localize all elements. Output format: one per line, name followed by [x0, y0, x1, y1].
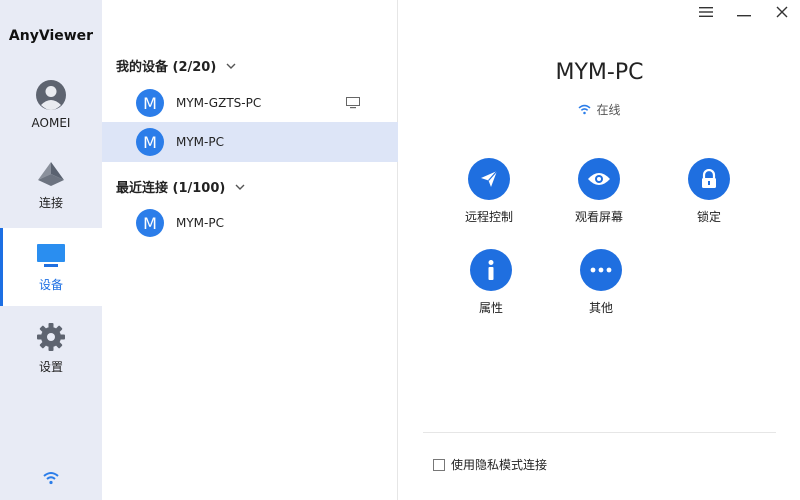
window-controls: [696, 4, 792, 20]
nav-item-connect[interactable]: 连接: [0, 160, 102, 220]
device-name: MYM-GZTS-PC: [176, 96, 262, 110]
avatar-icon: [36, 80, 66, 110]
privacy-mode-checkbox[interactable]: 使用隐私模式连接: [433, 456, 547, 473]
recent-connections-title: 最近连接 (1/100): [116, 181, 226, 196]
device-title: MYM-PC: [555, 60, 644, 85]
close-button[interactable]: [772, 4, 792, 20]
properties-button[interactable]: 属性: [446, 249, 536, 316]
device-name: MYM-PC: [176, 135, 224, 149]
nav-item-label: 设备: [38, 278, 63, 292]
chevron-down-icon: [235, 184, 245, 190]
eye-icon: [588, 173, 610, 185]
side-nav: AnyViewer AOMEI 连接 设备 设置: [0, 0, 102, 500]
nav-item-devices[interactable]: 设备: [0, 228, 102, 306]
action-label: 其他: [588, 301, 613, 315]
connect-icon: [38, 162, 64, 186]
more-button[interactable]: 其他: [556, 249, 646, 316]
action-label: 观看屏幕: [574, 210, 623, 224]
recent-connections-header[interactable]: 最近连接 (1/100): [116, 177, 245, 196]
lock-button[interactable]: 锁定: [664, 158, 754, 225]
action-label: 属性: [478, 301, 503, 315]
view-screen-button[interactable]: 观看屏幕: [554, 158, 644, 225]
wifi-icon: [43, 472, 59, 485]
device-avatar: M: [136, 128, 164, 156]
gear-icon: [37, 323, 65, 351]
nav-item-settings[interactable]: 设置: [0, 322, 102, 378]
device-avatar: M: [136, 89, 164, 117]
action-label: 远程控制: [464, 210, 513, 224]
remote-control-button[interactable]: 远程控制: [444, 158, 534, 225]
action-label: 锁定: [696, 210, 721, 224]
nav-item-label: 设置: [38, 360, 63, 374]
remote-screen-icon[interactable]: [346, 97, 360, 109]
recent-device-row[interactable]: M MYM-PC: [102, 203, 398, 243]
app-title: AnyViewer: [8, 28, 94, 44]
wifi-icon: [578, 104, 591, 115]
menu-icon: [699, 7, 713, 17]
status-text: 在线: [596, 103, 621, 117]
device-row-selected[interactable]: M MYM-PC: [102, 122, 398, 162]
device-detail-panel: MYM-PC 在线 远程控制 观看屏幕 锁定 属性 其他 使用隐私模式连接: [399, 0, 800, 500]
device-avatar: M: [136, 209, 164, 237]
my-devices-title: 我的设备 (2/20): [116, 60, 217, 75]
minimize-icon: [737, 15, 751, 17]
lock-icon: [702, 169, 716, 188]
divider: [423, 432, 776, 433]
menu-button[interactable]: [696, 4, 716, 20]
info-icon: [488, 260, 494, 280]
nav-item-label: AOMEI: [31, 116, 71, 130]
privacy-mode-label: 使用隐私模式连接: [451, 458, 548, 472]
more-icon: [590, 267, 612, 273]
checkbox[interactable]: [433, 458, 445, 471]
minimize-button[interactable]: [734, 4, 754, 20]
device-name: MYM-PC: [176, 216, 224, 230]
nav-item-label: 连接: [38, 196, 63, 210]
chevron-down-icon: [226, 63, 236, 69]
device-row[interactable]: M MYM-GZTS-PC: [102, 83, 398, 123]
close-icon: [776, 6, 788, 18]
nav-item-account[interactable]: AOMEI: [0, 80, 102, 140]
my-devices-header[interactable]: 我的设备 (2/20): [116, 56, 236, 75]
send-icon: [481, 170, 498, 187]
device-list-panel: 我的设备 (2/20) M MYM-GZTS-PC M MYM-PC 最近连接 …: [102, 0, 398, 500]
device-status: 在线: [399, 101, 800, 118]
monitor-icon: [37, 244, 65, 267]
